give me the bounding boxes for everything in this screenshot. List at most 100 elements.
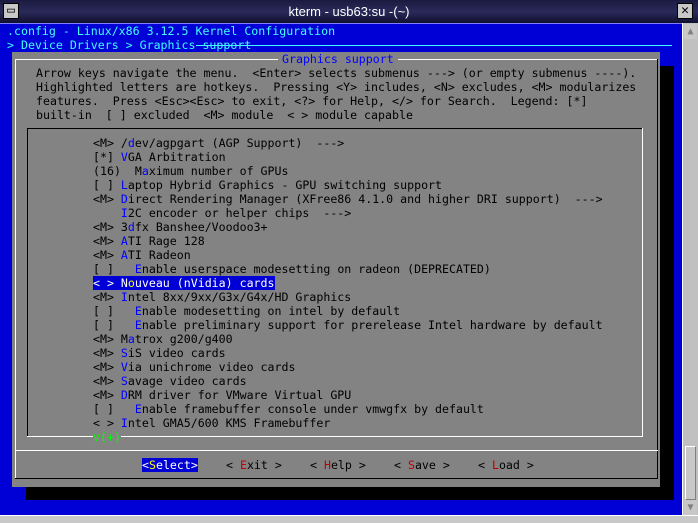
dialog-title: Graphics support — [278, 52, 398, 66]
button-xit[interactable]: < Exit > — [226, 458, 282, 472]
menu-item-state: <M> — [93, 192, 121, 206]
button-post: elect> — [155, 458, 198, 472]
menu-item-state: <M> — [93, 374, 121, 388]
button-ave[interactable]: < Save > — [394, 458, 450, 472]
menu-item-post: fx Banshee/Voodoo3+ — [134, 220, 268, 234]
button-separator — [15, 450, 658, 451]
menu-item-hotkey: V — [120, 360, 128, 374]
menu-item-state: [ ] — [93, 178, 121, 192]
menu-box-border — [27, 128, 28, 437]
menu-item-state: <M> — [93, 248, 121, 262]
button-key: H — [323, 458, 331, 472]
menu-item-state: [*] — [93, 150, 121, 164]
button-key: L — [491, 458, 499, 472]
button-elect[interactable]: <Select> — [142, 458, 198, 472]
menu-item[interactable]: <M> Intel 8xx/9xx/G3x/G4x/HD Graphics — [93, 290, 351, 304]
menu-item-state: [ ] — [93, 262, 135, 276]
menu-item[interactable]: <M> SiS video cards — [93, 346, 226, 360]
menu-box-border — [642, 128, 643, 437]
menu-item[interactable]: [ ] Enable preliminary support for prere… — [93, 318, 603, 332]
menu-item-state — [93, 206, 121, 220]
window-title: kterm - usb63:su -(~) — [288, 4, 410, 19]
menu-item-hotkey: a — [127, 332, 135, 346]
menu-item-hotkey: I — [120, 206, 128, 220]
scrollbar-thumb[interactable] — [685, 446, 696, 500]
menu-item[interactable]: < > Nouveau (nVidia) cards — [93, 276, 275, 290]
menu-item[interactable]: (16) Maximum number of GPUs — [93, 164, 288, 178]
scrollbar[interactable] — [682, 23, 698, 515]
window-menu-icon[interactable]: ▭ — [3, 3, 19, 19]
menu-item-post: RM driver for VMware Virtual GPU — [127, 388, 352, 402]
menu-item-hotkey: E — [134, 304, 142, 318]
menu-item[interactable]: <M> ATI Rage 128 — [93, 234, 205, 248]
status-bar — [0, 515, 698, 523]
dialog-border — [15, 478, 658, 479]
menu-item-hotkey: I — [120, 416, 128, 430]
menu-item-hotkey: D — [120, 192, 128, 206]
menu-item[interactable]: <M> Via unichrome video cards — [93, 360, 295, 374]
menu-item[interactable]: [ ] Enable framebuffer console under vmw… — [93, 402, 484, 416]
button-elp[interactable]: < Help > — [310, 458, 366, 472]
menu-item-post: ia unichrome video cards — [127, 360, 296, 374]
menu-item-pre: M — [120, 332, 128, 346]
dialog-border — [657, 59, 658, 479]
menu-item-post: 2C encoder or helper chips ---> — [127, 206, 352, 220]
help-line: Highlighted letters are hotkeys. Pressin… — [36, 80, 637, 94]
menu-item-post: avage video cards — [127, 374, 247, 388]
scroll-up-icon[interactable]: ▲ — [684, 24, 697, 39]
button-key: S — [407, 458, 415, 472]
button-pre: < — [478, 458, 492, 472]
help-line: Arrow keys navigate the menu. <Enter> se… — [36, 66, 637, 80]
menu-item-hotkey: I — [120, 290, 128, 304]
menu-item-state: [ ] — [93, 304, 135, 318]
button-post: elp > — [330, 458, 366, 472]
menu-item[interactable]: <M> ATI Radeon — [93, 248, 191, 262]
menu-item-post: trox g200/g400 — [134, 332, 233, 346]
dialog-shadow — [660, 66, 674, 500]
menu-item-post: TI Radeon — [127, 248, 191, 262]
menu-item-pre: M — [134, 164, 142, 178]
menu-item-post: ximum number of GPUs — [148, 164, 289, 178]
dialog-shadow — [26, 487, 674, 500]
menu-item-hotkey: S — [120, 374, 128, 388]
menu-item[interactable]: [ ] Enable modesetting on intel by defau… — [93, 304, 400, 318]
button-key: S — [148, 458, 156, 472]
menu-item-hotkey: A — [120, 234, 128, 248]
menu-item[interactable]: <M> /dev/agpgart (AGP Support) ---> — [93, 136, 344, 150]
menu-item-hotkey: D — [120, 388, 128, 402]
menu-item-hotkey: d — [127, 220, 135, 234]
menu-item-hotkey: E — [134, 402, 142, 416]
menu-item-post: ntel GMA5/600 KMS Framebuffer — [127, 416, 331, 430]
menu-item-post: nable userspace modesetting on radeon (D… — [141, 262, 491, 276]
menu-item[interactable]: [*] VGA Arbitration — [93, 150, 226, 164]
button-pre: < — [226, 458, 240, 472]
more-indicator: v(+) — [93, 430, 121, 444]
menu-item[interactable]: < > Intel GMA5/600 KMS Framebuffer — [93, 416, 330, 430]
menu-item[interactable]: [ ] Laptop Hybrid Graphics - GPU switchi… — [93, 178, 442, 192]
menu-item-post: GA Arbitration — [127, 150, 226, 164]
menu-item[interactable]: <M> DRM driver for VMware Virtual GPU — [93, 388, 351, 402]
menu-item-post: iS video cards — [127, 346, 226, 360]
menu-item-hotkey: L — [120, 178, 128, 192]
menu-item-hotkey: o — [127, 276, 135, 290]
button-oad[interactable]: < Load > — [478, 458, 534, 472]
menu-item[interactable]: [ ] Enable userspace modesetting on rade… — [93, 262, 491, 276]
window-titlebar: kterm - usb63:su -(~) — [0, 0, 698, 23]
close-icon[interactable]: ✕ — [677, 3, 693, 19]
button-pre: < — [310, 458, 324, 472]
button-pre: < — [142, 458, 149, 472]
button-post: ave > — [414, 458, 450, 472]
menu-item[interactable]: <M> Matrox g200/g400 — [93, 332, 233, 346]
help-line: features. Press <Esc><Esc> to exit, <?> … — [36, 94, 588, 108]
menu-item[interactable]: <M> 3dfx Banshee/Voodoo3+ — [93, 220, 268, 234]
menu-item-post: irect Rendering Manager (XFree86 4.1.0 a… — [127, 192, 603, 206]
menu-item[interactable]: I2C encoder or helper chips ---> — [93, 206, 351, 220]
menu-item-post: uveau (nVidia) cards — [134, 276, 275, 290]
menu-item-pre: N — [120, 276, 128, 290]
menu-item-state: <M> — [93, 346, 121, 360]
menu-item-state: [ ] — [93, 402, 135, 416]
menu-item[interactable]: <M> Direct Rendering Manager (XFree86 4.… — [93, 192, 603, 206]
menu-item[interactable]: <M> Savage video cards — [93, 374, 247, 388]
menu-item-state: < > — [93, 416, 121, 430]
scroll-down-icon[interactable]: ▼ — [684, 500, 697, 515]
